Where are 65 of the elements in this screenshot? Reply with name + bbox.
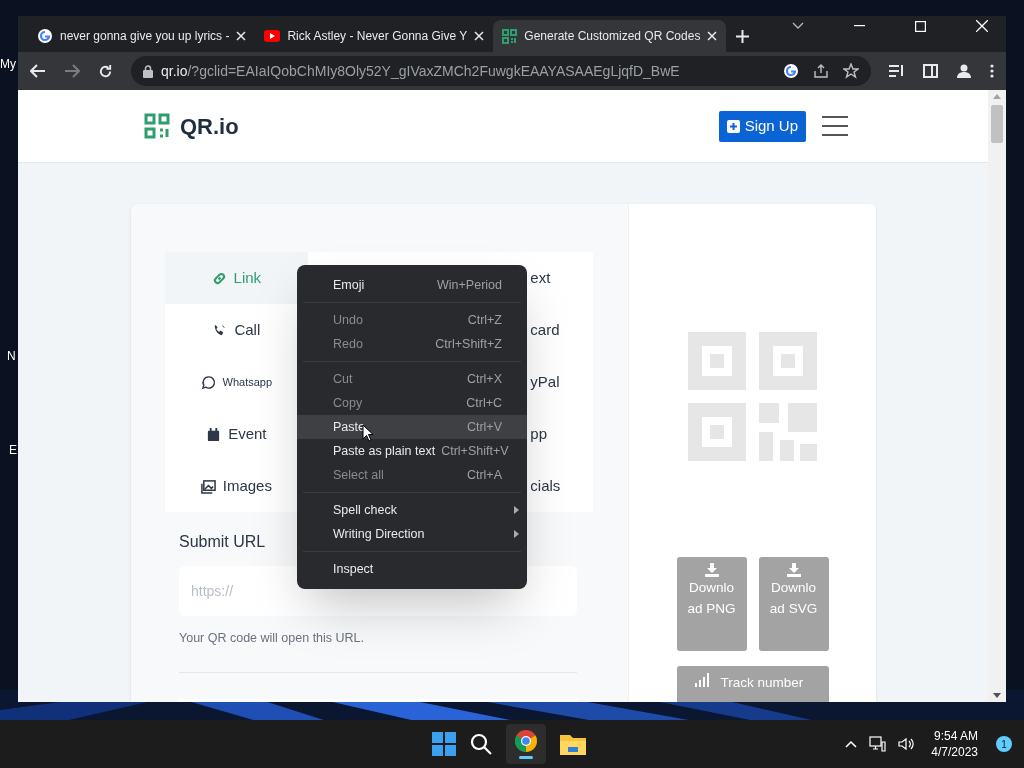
media-icon[interactable] [889,64,905,78]
profile-icon[interactable] [956,63,972,79]
close-icon[interactable] [236,31,247,41]
desktop-icon-label: E [9,444,17,456]
tab-title: never gonna give you up lyrics - [60,28,230,45]
taskbar-app-button[interactable] [506,724,546,764]
context-menu-item[interactable]: Writing Direction [297,522,527,546]
sign-up-button[interactable]: Sign Up [718,110,806,142]
calendar-icon [206,426,222,442]
hamburger-menu-icon[interactable] [822,116,848,136]
minimize-icon[interactable] [854,25,865,27]
desktop-icon-label: N [7,350,16,362]
play-icon [264,30,281,42]
start-icon[interactable] [432,732,456,756]
share-icon[interactable] [813,63,829,79]
submit-url-label: Submit URL [179,532,266,552]
browser-icon [514,729,538,753]
tab-title: Generate Customized QR Codes [524,28,701,45]
desktop-icon-label: My [0,58,16,70]
forward-icon[interactable] [64,64,80,78]
signal-bars-icon [694,673,711,687]
search-icon[interactable] [470,733,492,755]
volume-icon[interactable] [898,737,916,751]
star-icon[interactable] [843,63,859,79]
browser-tab[interactable]: Generate Customized QR Codes [493,20,727,52]
plus-icon[interactable] [736,30,750,43]
network-icon[interactable] [869,736,887,752]
scrollbar[interactable] [988,90,1006,702]
scrollbar-thumb[interactable] [991,105,1003,143]
download-icon [704,563,719,577]
menu-icon[interactable] [990,64,994,78]
plus-icon [726,119,740,133]
tab-title: Rick Astley - Never Gonna Give Y [287,28,468,45]
chevron-up-icon[interactable] [845,740,858,748]
notification-badge[interactable]: 1 [996,736,1012,752]
lock-icon [143,64,153,78]
submenu-arrow-icon [514,530,519,538]
phone-icon [212,322,228,338]
logo-icon [144,113,170,139]
submenu-arrow-icon [514,506,519,514]
url-help-text: Your QR code will open this URL. [179,630,366,647]
download-icon [786,563,801,577]
close-icon[interactable] [474,31,485,41]
back-icon[interactable] [30,64,46,78]
images-icon [200,478,216,494]
link-icon [211,270,227,286]
google-icon [37,28,53,44]
chat-icon [200,374,216,390]
chevron-down-icon[interactable] [792,22,804,30]
folder-icon[interactable] [560,733,586,755]
clock-date[interactable]: 4/7/2023 [931,744,978,760]
url-text: qr.io/?gclid=EAIaIQobChMIy8Oly52Y_gIVaxZMCh2FuwgkEAAYASAAEgLjqfD_BwE [161,61,680,81]
sidebar-icon[interactable] [923,64,938,78]
reload-icon[interactable] [98,63,113,79]
qr-icon [502,28,518,44]
maximize-icon[interactable] [915,20,926,32]
browser-tab[interactable]: never gonna give you up lyrics - [28,20,256,52]
logo-text[interactable]: QR.io [180,109,239,143]
browser-tab[interactable]: Rick Astley - Never Gonna Give Y [255,20,494,52]
address-bar[interactable]: qr.io/?gclid=EAIaIQobChMIy8Oly52Y_gIVaxZMCh2FuwgkEAAYASAAEgLjqfD_BwE [131,56,871,86]
scroll-down-icon[interactable] [993,693,1001,698]
google-icon[interactable] [783,63,799,79]
clock-time[interactable]: 9:54 AM [933,728,978,744]
context-menu-item[interactable]: Paste Ctrl+V [297,415,527,439]
close-icon[interactable] [707,31,718,41]
